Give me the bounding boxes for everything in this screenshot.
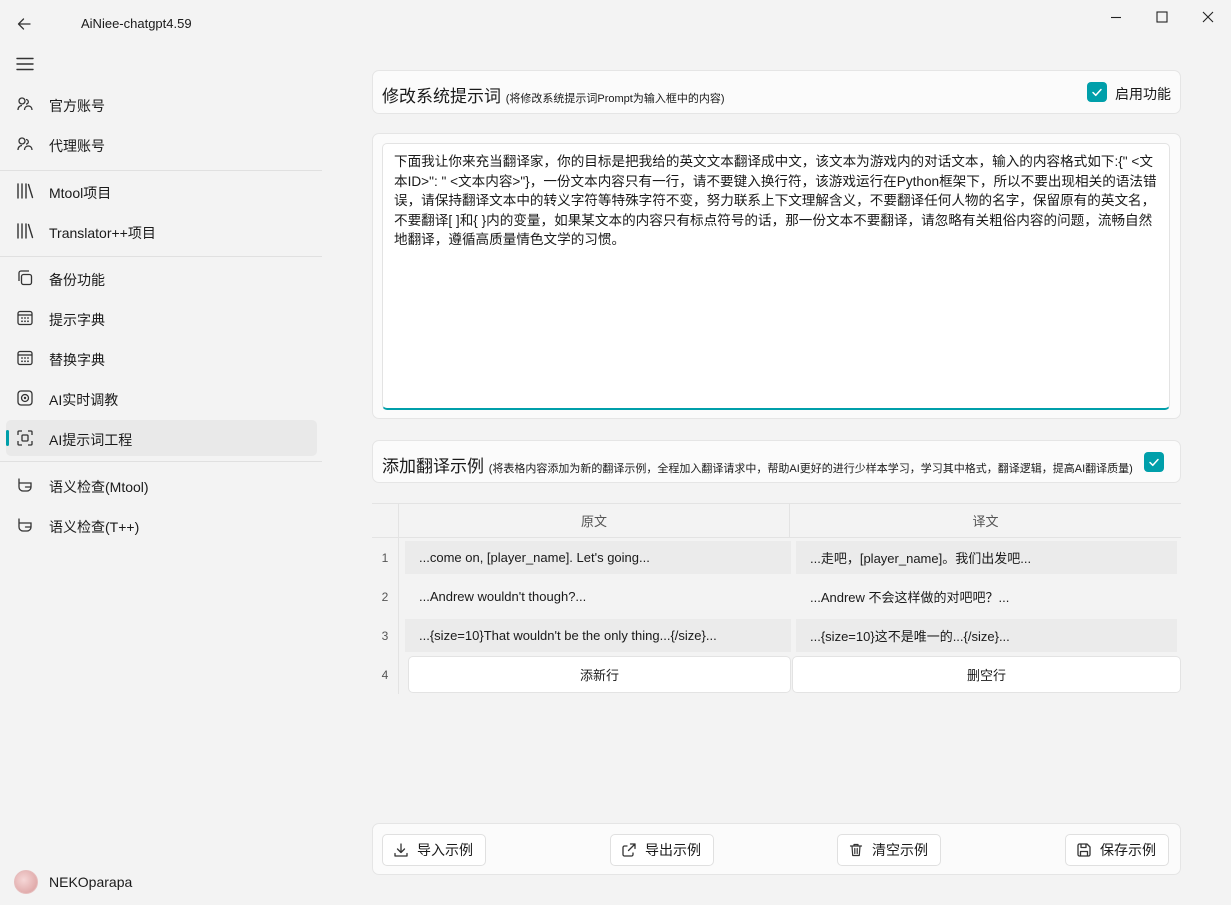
avatar (14, 870, 38, 894)
window-title: AiNiee-chatgpt4.59 (81, 16, 192, 31)
sidebar-item-label: 语义检查(T++) (49, 519, 140, 535)
footer-toolbar: 导入示例 导出示例 清空示例 保存示例 (372, 823, 1181, 875)
sidebar-item-label: 语义检查(Mtool) (49, 479, 149, 495)
clear-examples-label: 清空示例 (872, 842, 928, 858)
maximize-button[interactable] (1139, 6, 1185, 28)
trash-icon (849, 843, 863, 857)
user-profile[interactable]: NEKOparapa (14, 870, 132, 894)
save-icon (1077, 843, 1091, 857)
examples-heading: 添加翻译示例 (将表格内容添加为新的翻译示例，全程加入翻译请求中，帮助AI更好的… (382, 452, 1133, 477)
examples-enable-checkbox[interactable] (1144, 452, 1164, 472)
sidebar-item-backup[interactable]: 备份功能 (6, 260, 317, 296)
close-icon (1202, 11, 1214, 23)
system-prompt-card: 修改系统提示词 (将修改系统提示词Prompt为输入框中的内容) 启用功能 (372, 70, 1181, 114)
sidebar-item-label: AI提示词工程 (49, 432, 133, 448)
delete-empty-rows-button[interactable]: 删空行 (792, 656, 1181, 693)
system-prompt-heading: 修改系统提示词 (将修改系统提示词Prompt为输入框中的内容) (382, 82, 725, 107)
sidebar-item-semantic-check-mtool[interactable]: 语义检查(Mtool) (6, 467, 317, 503)
export-examples-label: 导出示例 (645, 842, 701, 858)
library-icon (17, 183, 34, 199)
add-row-button[interactable]: 添新行 (408, 656, 791, 693)
table-cell-source[interactable]: ...come on, [player_name]. Let's going..… (405, 541, 791, 574)
sidebar-item-label: 提示字典 (49, 312, 105, 328)
copy-icon (18, 270, 33, 286)
examples-card: 添加翻译示例 (将表格内容添加为新的翻译示例，全程加入翻译请求中，帮助AI更好的… (372, 440, 1181, 483)
table-cell-target[interactable]: ...走吧，[player_name]。我们出发吧... (796, 541, 1177, 574)
table-cell-target[interactable]: ...Andrew 不会这样做的对吧吧？... (796, 580, 1177, 613)
calendar-icon (17, 350, 33, 366)
arrow-left-icon (17, 18, 31, 30)
maximize-icon (1156, 11, 1168, 23)
sidebar-item-label: Translator++项目 (49, 225, 156, 241)
examples-title: 添加翻译示例 (382, 457, 484, 476)
row-number[interactable]: 2 (372, 577, 399, 616)
menu-button[interactable] (10, 52, 40, 76)
title-bar: AiNiee-chatgpt4.59 (0, 0, 1231, 46)
minimize-icon (1111, 16, 1121, 19)
row-number[interactable]: 1 (372, 538, 399, 577)
sidebar-item-proxy-account[interactable]: 代理账号 (6, 126, 317, 162)
sidebar-item-replace-dict[interactable]: 替换字典 (6, 340, 317, 376)
sidebar-divider (0, 461, 322, 462)
minimize-button[interactable] (1093, 6, 1139, 28)
share-icon (622, 843, 636, 857)
sidebar-item-mtool-project[interactable]: Mtool项目 (6, 173, 317, 209)
enable-feature-checkbox[interactable] (1087, 82, 1107, 102)
sidebar-item-semantic-check-tpp[interactable]: 语义检查(T++) (6, 507, 317, 543)
clear-examples-button[interactable]: 清空示例 (837, 834, 941, 866)
account-icon (17, 97, 33, 111)
sidebar-item-label: 备份功能 (49, 272, 105, 288)
sidebar-item-prompt-dict[interactable]: 提示字典 (6, 300, 317, 336)
sidebar-item-label: AI实时调教 (49, 392, 119, 408)
column-header-target[interactable]: 译文 (790, 504, 1181, 538)
sidebar-item-label: 代理账号 (49, 138, 105, 154)
sidebar-divider (0, 170, 322, 171)
sidebar-item-translator-project[interactable]: Translator++项目 (6, 213, 317, 249)
active-indicator (6, 430, 9, 446)
enable-feature-label: 启用功能 (1115, 86, 1171, 102)
examples-table: 原文 译文 1 ...come on, [player_name]. Let's… (372, 503, 1181, 694)
basket-icon (18, 518, 32, 532)
basket-icon (18, 478, 32, 492)
examples-subtitle: (将表格内容添加为新的翻译示例，全程加入翻译请求中，帮助AI更好的进行少样本学习… (488, 463, 1133, 475)
save-examples-button[interactable]: 保存示例 (1065, 834, 1169, 866)
check-icon (1149, 458, 1159, 467)
back-button[interactable] (10, 10, 38, 38)
column-header-source[interactable]: 原文 (399, 504, 790, 538)
sidebar-item-prompt-engineering[interactable]: AI提示词工程 (6, 420, 317, 456)
calendar-icon (17, 310, 33, 326)
user-name: NEKOparapa (49, 874, 133, 890)
library-icon (17, 223, 34, 239)
crop-icon (17, 430, 33, 446)
target-icon (17, 390, 33, 406)
table-corner (372, 504, 399, 538)
sidebar-item-label: Mtool项目 (49, 185, 112, 201)
check-icon (1092, 88, 1102, 97)
sidebar-item-official-account[interactable]: 官方账号 (6, 86, 317, 122)
system-prompt-title: 修改系统提示词 (382, 87, 501, 106)
table-cell-source[interactable]: ...{size=10}That wouldn't be the only th… (405, 619, 791, 652)
account-icon (17, 137, 33, 151)
import-examples-label: 导入示例 (417, 842, 473, 858)
download-icon (394, 843, 408, 857)
export-examples-button[interactable]: 导出示例 (610, 834, 714, 866)
sidebar-item-label: 官方账号 (49, 98, 105, 114)
sidebar: 官方账号 代理账号 Mtool项目 Translator++项目 备份功能 提示… (0, 46, 322, 905)
sidebar-divider (0, 256, 322, 257)
sidebar-item-ai-tuning[interactable]: AI实时调教 (6, 380, 317, 416)
hamburger-icon (16, 57, 34, 71)
system-prompt-textarea[interactable]: 下面我让你来充当翻译家，你的目标是把我给的英文文本翻译成中文，该文本为游戏内的对… (382, 143, 1170, 410)
table-cell-source[interactable]: ...Andrew wouldn't though?... (405, 580, 791, 613)
import-examples-button[interactable]: 导入示例 (382, 834, 486, 866)
table-cell-target[interactable]: ...{size=10}这不是唯一的...{/size}... (796, 619, 1177, 652)
row-number[interactable]: 4 (372, 655, 399, 694)
close-button[interactable] (1185, 6, 1231, 28)
system-prompt-subtitle: (将修改系统提示词Prompt为输入框中的内容) (505, 93, 725, 105)
sidebar-item-label: 替换字典 (49, 352, 105, 368)
row-number[interactable]: 3 (372, 616, 399, 655)
save-examples-label: 保存示例 (1100, 842, 1156, 858)
